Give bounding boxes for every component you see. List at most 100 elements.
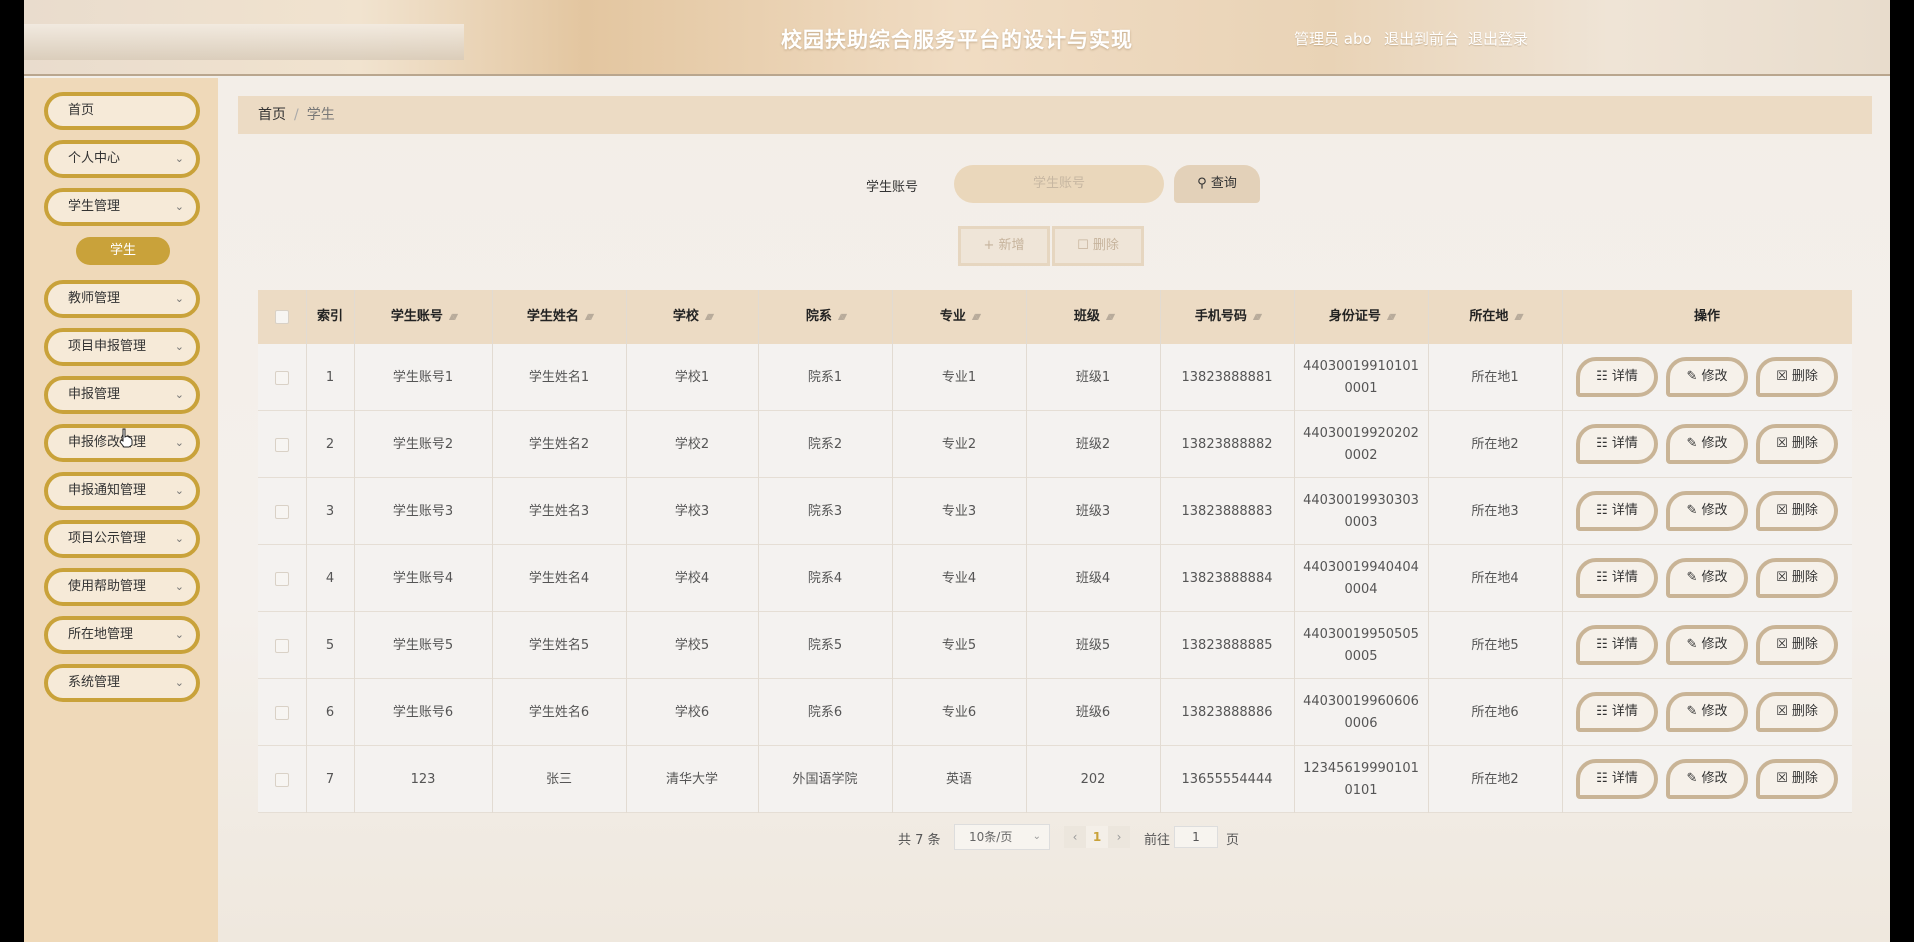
- column-header-9[interactable]: 所在地 ▲▼: [1428, 290, 1562, 344]
- table-cell: 院系5: [807, 637, 843, 653]
- sort-icon[interactable]: ▲▼: [449, 290, 458, 344]
- table-cell: 清华大学: [665, 771, 718, 787]
- goto-page-input[interactable]: 1: [1174, 826, 1218, 848]
- column-header-6[interactable]: 班级 ▲▼: [1026, 290, 1160, 344]
- breadcrumb-home[interactable]: 首页: [258, 107, 286, 123]
- table-cell: 学生姓名6: [528, 704, 590, 720]
- delete-button[interactable]: ☒ 删除: [1756, 759, 1838, 799]
- prev-page-button[interactable]: ‹: [1064, 826, 1086, 848]
- sort-icon[interactable]: ▲▼: [585, 290, 594, 344]
- delete-selected-button[interactable]: ☐ 删除: [1052, 226, 1144, 266]
- row-checkbox[interactable]: [258, 545, 306, 612]
- edit-button[interactable]: ✎ 修改: [1666, 424, 1748, 464]
- column-header-10: 操作: [1562, 290, 1852, 344]
- delete-button[interactable]: ☒ 删除: [1756, 424, 1838, 464]
- sidebar-item-3[interactable]: 教师管理 ⌄: [44, 280, 200, 318]
- breadcrumb-current: 学生: [306, 107, 335, 123]
- sort-icon[interactable]: ▲▼: [1387, 290, 1396, 344]
- hand-cursor-icon: [119, 428, 133, 448]
- sidebar-item-10[interactable]: 所在地管理 ⌄: [44, 616, 200, 654]
- table-cell: 学校6: [674, 704, 710, 720]
- delete-button[interactable]: ☒ 删除: [1756, 491, 1838, 531]
- column-header-1[interactable]: 学生账号 ▲▼: [354, 290, 492, 344]
- delete-button[interactable]: ☒ 删除: [1756, 558, 1838, 598]
- row-checkbox[interactable]: [258, 411, 306, 478]
- sort-icon[interactable]: ▲▼: [1106, 290, 1115, 344]
- row-checkbox[interactable]: [258, 344, 306, 411]
- page-title: 校园扶助综合服务平台的设计与实现: [781, 28, 1133, 52]
- table-cell: 13823888886: [1181, 704, 1273, 720]
- detail-button[interactable]: ☷ 详情: [1576, 759, 1658, 799]
- page-size-select[interactable]: 10条/页 ⌄: [954, 824, 1050, 850]
- row-checkbox[interactable]: [258, 746, 306, 813]
- detail-button[interactable]: ☷ 详情: [1576, 692, 1658, 732]
- trash-icon: ☒: [1776, 570, 1792, 585]
- sidebar-item-5[interactable]: 申报管理 ⌄: [44, 376, 200, 414]
- sidebar-subitem-student[interactable]: 学生: [76, 237, 170, 265]
- column-header-2[interactable]: 学生姓名 ▲▼: [492, 290, 626, 344]
- table-cell: 专业5: [941, 637, 977, 653]
- sidebar-item-11[interactable]: 系统管理 ⌄: [44, 664, 200, 702]
- detail-button[interactable]: ☷ 详情: [1576, 491, 1658, 531]
- sort-icon[interactable]: ▲▼: [838, 290, 847, 344]
- sidebar-item-1[interactable]: 个人中心 ⌄: [44, 140, 200, 178]
- row-checkbox[interactable]: [258, 478, 306, 545]
- edit-button[interactable]: ✎ 修改: [1666, 491, 1748, 531]
- table-cell: 202: [1080, 771, 1106, 787]
- page-number-current[interactable]: 1: [1086, 826, 1108, 848]
- back-to-front-link[interactable]: 退出到前台: [1384, 28, 1459, 49]
- grid-line: [1562, 290, 1563, 813]
- logout-link[interactable]: 退出登录: [1468, 28, 1528, 49]
- column-header-5[interactable]: 专业 ▲▼: [892, 290, 1026, 344]
- grid-line: [1428, 290, 1429, 813]
- table-row: 7 123 张三 清华大学 外国语学院 英语 202 13655554444 123456199…: [258, 746, 1852, 813]
- edit-button[interactable]: ✎ 修改: [1666, 759, 1748, 799]
- query-button[interactable]: ⚲ 查询: [1174, 165, 1260, 203]
- delete-button[interactable]: ☒ 删除: [1756, 357, 1838, 397]
- edit-button[interactable]: ✎ 修改: [1666, 357, 1748, 397]
- query-label: 查询: [1210, 176, 1237, 191]
- sort-icon[interactable]: ▲▼: [1253, 290, 1262, 344]
- edit-button-label: 修改: [1701, 503, 1728, 518]
- sidebar-item-2[interactable]: 学生管理 ⌄: [44, 188, 200, 226]
- delete-button-label: 删除: [1791, 704, 1818, 719]
- student-account-search-input[interactable]: 学生账号: [954, 165, 1164, 203]
- column-header-7[interactable]: 手机号码 ▲▼: [1160, 290, 1294, 344]
- detail-button[interactable]: ☷ 详情: [1576, 357, 1658, 397]
- column-header-8[interactable]: 身份证号 ▲▼: [1294, 290, 1428, 344]
- sort-icon[interactable]: ▲▼: [705, 290, 714, 344]
- column-header-label: 学校: [672, 309, 699, 324]
- detail-button[interactable]: ☷ 详情: [1576, 424, 1658, 464]
- table-cell: 专业6: [941, 704, 977, 720]
- column-header-4[interactable]: 院系 ▲▼: [758, 290, 892, 344]
- sidebar-item-8[interactable]: 项目公示管理 ⌄: [44, 520, 200, 558]
- chevron-down-icon: ⌄: [174, 628, 184, 641]
- pencil-icon: ✎: [1686, 369, 1702, 384]
- detail-button[interactable]: ☷ 详情: [1576, 625, 1658, 665]
- row-checkbox[interactable]: [258, 679, 306, 746]
- row-checkbox[interactable]: [258, 612, 306, 679]
- delete-button[interactable]: ☒ 删除: [1756, 692, 1838, 732]
- delete-button-label: 删除: [1791, 570, 1818, 585]
- sidebar-item-9[interactable]: 使用帮助管理 ⌄: [44, 568, 200, 606]
- edit-button[interactable]: ✎ 修改: [1666, 625, 1748, 665]
- sidebar-item-4[interactable]: 项目申报管理 ⌄: [44, 328, 200, 366]
- edit-button[interactable]: ✎ 修改: [1666, 692, 1748, 732]
- column-header-3[interactable]: 学校 ▲▼: [626, 290, 758, 344]
- edit-button[interactable]: ✎ 修改: [1666, 558, 1748, 598]
- table-cell: 学生账号1: [392, 369, 454, 385]
- sidebar-item-label: 首页: [68, 103, 95, 118]
- delete-button[interactable]: ☒ 删除: [1756, 625, 1838, 665]
- document-icon: ☷: [1596, 704, 1612, 719]
- table-cell: 所在地5: [1471, 637, 1519, 653]
- add-button[interactable]: + 新增: [958, 226, 1050, 266]
- table-cell: 13823888885: [1181, 637, 1273, 653]
- sort-icon[interactable]: ▲▼: [1514, 290, 1523, 344]
- next-page-button[interactable]: ›: [1108, 826, 1130, 848]
- sidebar-item-0[interactable]: 首页: [44, 92, 200, 130]
- sort-icon[interactable]: ▲▼: [972, 290, 981, 344]
- detail-button[interactable]: ☷ 详情: [1576, 558, 1658, 598]
- sidebar-item-7[interactable]: 申报通知管理 ⌄: [44, 472, 200, 510]
- edit-button-label: 修改: [1701, 771, 1728, 786]
- select-all-checkbox[interactable]: [258, 290, 306, 344]
